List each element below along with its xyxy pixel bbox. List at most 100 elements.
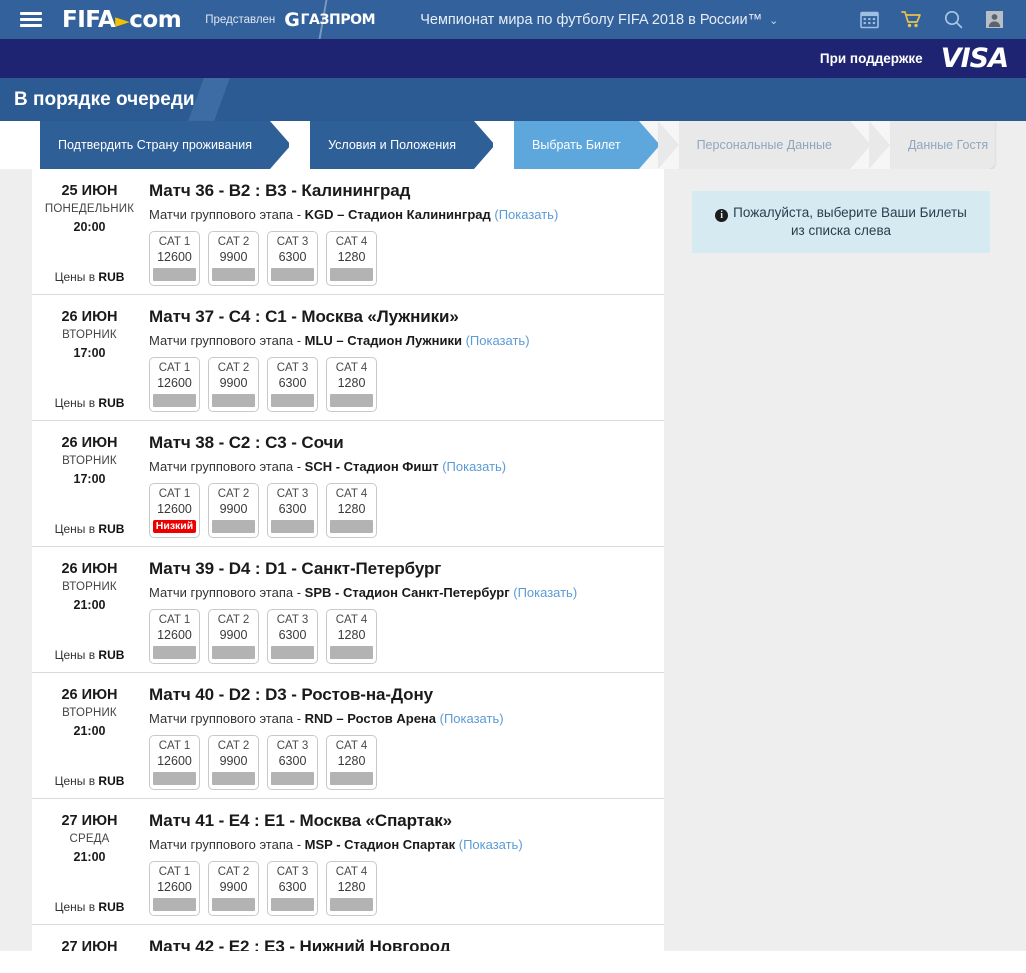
presented-by-label: Представлен — [205, 13, 276, 26]
match-title[interactable]: Матч 40 - D2 : D3 - Ростов-на-Дону — [149, 685, 664, 705]
notice-text: Пожалуйста, выберите Ваши Билеты из спис… — [733, 205, 967, 239]
ticket-category-option[interactable]: CAT 2 9900 — [208, 735, 259, 790]
step-personal-data[interactable]: Персональные Данные — [678, 121, 872, 169]
currency-note: Цены в RUB — [54, 522, 125, 536]
ticket-price: 12600 — [157, 754, 192, 768]
match-main-column: Матч 41 - E4 : E1 - Москва «Спартак» Матч… — [147, 811, 664, 916]
availability-bar — [153, 898, 196, 911]
match-weekday: СРЕДА — [69, 833, 110, 845]
ticket-category-name: CAT 2 — [217, 866, 250, 878]
ticket-category-option[interactable]: CAT 4 1280 — [326, 231, 377, 286]
availability-bar — [153, 646, 196, 659]
ticket-price: 12600 — [157, 502, 192, 516]
match-title[interactable]: Матч 38 - C2 : C3 - Сочи — [149, 433, 664, 453]
ticket-category-name: CAT 4 — [335, 740, 368, 752]
step-guest-data[interactable]: Данные Гостя — [889, 121, 995, 169]
ticket-category-option[interactable]: CAT 2 9900 — [208, 609, 259, 664]
step-label: Данные Гостя — [907, 137, 989, 152]
gazprom-sponsor-logo[interactable]: G ГАЗПРОМ — [284, 9, 375, 31]
show-venue-link[interactable]: (Показать) — [455, 837, 523, 852]
step-terms-conditions[interactable]: Условия и Положения — [310, 121, 495, 169]
ticket-category-option[interactable]: CAT 1 12600 — [149, 609, 200, 664]
ticket-category-option[interactable]: CAT 3 6300 — [267, 735, 318, 790]
ticket-category-option[interactable]: CAT 4 1280 — [326, 735, 377, 790]
match-stage-label: Матчи группового этапа - — [149, 333, 305, 348]
match-list: 25 ИЮН ПОНЕДЕЛЬНИК 20:00 Цены в RUB Матч 36 … — [32, 169, 664, 951]
ticket-category-group: CAT 1 12600 CAT 2 9900 CAT 3 6300 CAT 4 1280 — [149, 861, 664, 916]
match-venue: MLU – Стадион Лужники — [304, 333, 462, 348]
ticket-price: 12600 — [157, 376, 192, 390]
ticket-category-option[interactable]: CAT 1 12600 Низкий — [149, 483, 200, 538]
search-icon[interactable] — [944, 10, 963, 29]
availability-bar — [330, 268, 373, 281]
competition-selector[interactable]: Чемпионат мира по футболу FIFA 2018 в Ро… — [420, 12, 778, 28]
ticket-category-option[interactable]: CAT 4 1280 — [326, 861, 377, 916]
fifa-logo[interactable]: FIFA►com — [62, 7, 182, 33]
currency-code: RUB — [98, 270, 125, 284]
hamburger-icon[interactable] — [20, 9, 42, 30]
show-venue-link[interactable]: (Показать) — [510, 585, 577, 600]
match-time: 17:00 — [73, 472, 106, 486]
step-confirm-country[interactable]: Подтвердить Страну проживания — [40, 121, 292, 169]
ticket-price: 1280 — [337, 502, 366, 516]
ticket-category-name: CAT 1 — [158, 362, 191, 374]
ticket-category-option[interactable]: CAT 1 12600 — [149, 357, 200, 412]
currency-code: RUB — [98, 774, 125, 788]
ticket-category-option[interactable]: CAT 3 6300 — [267, 861, 318, 916]
ticket-category-option[interactable]: CAT 2 9900 — [208, 357, 259, 412]
page-root: FIFA►com Представлен G ГАЗПРОМ Чемпионат … — [0, 0, 1026, 973]
ticket-price: 6300 — [278, 250, 307, 264]
match-row[interactable]: 26 ИЮН ВТОРНИК 21:00 Цены в RUB Матч 39 - D4… — [32, 547, 664, 673]
show-venue-link[interactable]: (Показать) — [439, 459, 506, 474]
competition-title: Чемпионат мира по футболу FIFA 2018 в Ро… — [420, 11, 763, 28]
match-row[interactable]: 27 ИЮНСРЕДА21:00Цены в RUBМатч 42 - E2 :… — [32, 925, 664, 951]
match-title[interactable]: Матч 42 - E2 : E3 - Нижний Новгород — [149, 937, 664, 951]
ticket-category-name: CAT 4 — [335, 488, 368, 500]
match-venue: SCH - Стадион Фишт — [304, 459, 439, 474]
match-title[interactable]: Матч 36 - B2 : B3 - Калининград — [149, 181, 664, 201]
ticket-category-option[interactable]: CAT 2 9900 — [208, 861, 259, 916]
ticket-category-name: CAT 4 — [335, 362, 368, 374]
match-row[interactable]: 26 ИЮН ВТОРНИК 17:00 Цены в RUB Матч 38 - C2… — [32, 421, 664, 547]
ticket-category-option[interactable]: CAT 1 12600 — [149, 231, 200, 286]
match-title[interactable]: Матч 41 - E4 : E1 - Москва «Спартак» — [149, 811, 664, 831]
ticket-category-option[interactable]: CAT 3 6300 — [267, 357, 318, 412]
ticket-category-option[interactable]: CAT 3 6300 — [267, 609, 318, 664]
ticket-category-option[interactable]: CAT 4 1280 — [326, 357, 377, 412]
ticket-category-option[interactable]: CAT 3 6300 — [267, 231, 318, 286]
supported-by-label: При поддержке — [819, 51, 923, 66]
ticket-category-option[interactable]: CAT 1 12600 — [149, 735, 200, 790]
ticket-category-name: CAT 3 — [276, 740, 309, 752]
show-venue-link[interactable]: (Показать) — [436, 711, 504, 726]
ticket-price: 6300 — [278, 376, 307, 390]
match-stage-label: Матчи группового этапа - — [149, 585, 305, 600]
account-icon[interactable] — [985, 10, 1004, 29]
ticket-category-option[interactable]: CAT 1 12600 — [149, 861, 200, 916]
availability-bar — [330, 898, 373, 911]
ticket-category-option[interactable]: CAT 2 9900 — [208, 231, 259, 286]
ticket-category-option[interactable]: CAT 4 1280 — [326, 609, 377, 664]
match-row[interactable]: 26 ИЮН ВТОРНИК 21:00 Цены в RUB Матч 40 - D2… — [32, 673, 664, 799]
match-date-column: 27 ИЮН СРЕДА 21:00 Цены в RUB — [32, 811, 147, 916]
ticket-price: 9900 — [219, 250, 248, 264]
ticket-category-name: CAT 1 — [158, 488, 191, 500]
show-venue-link[interactable]: (Показать) — [491, 207, 558, 222]
cart-icon[interactable] — [901, 10, 922, 29]
match-row[interactable]: 25 ИЮН ПОНЕДЕЛЬНИК 20:00 Цены в RUB Матч 36 … — [32, 169, 664, 295]
match-row[interactable]: 26 ИЮН ВТОРНИК 17:00 Цены в RUB Матч 37 - C4… — [32, 295, 664, 421]
match-weekday: ВТОРНИК — [62, 329, 117, 341]
ticket-price: 6300 — [278, 502, 307, 516]
side-panel: i Пожалуйста, выберите Ваши Билеты из спи… — [692, 191, 990, 254]
calendar-icon[interactable] — [860, 10, 879, 29]
match-title[interactable]: Матч 39 - D4 : D1 - Санкт-Петербург — [149, 559, 664, 579]
chevron-down-icon: ⌄ — [769, 14, 779, 27]
match-row[interactable]: 27 ИЮН СРЕДА 21:00 Цены в RUB Матч 41 - E4 :… — [32, 799, 664, 925]
info-icon: i — [715, 209, 729, 222]
match-title[interactable]: Матч 37 - C4 : C1 - Москва «Лужники» — [149, 307, 664, 327]
step-select-ticket[interactable]: Выбрать Билет — [514, 121, 660, 169]
ticket-category-option[interactable]: CAT 4 1280 — [326, 483, 377, 538]
ticket-category-option[interactable]: CAT 2 9900 — [208, 483, 259, 538]
ticket-category-name: CAT 3 — [276, 488, 309, 500]
ticket-category-option[interactable]: CAT 3 6300 — [267, 483, 318, 538]
show-venue-link[interactable]: (Показать) — [462, 333, 530, 348]
